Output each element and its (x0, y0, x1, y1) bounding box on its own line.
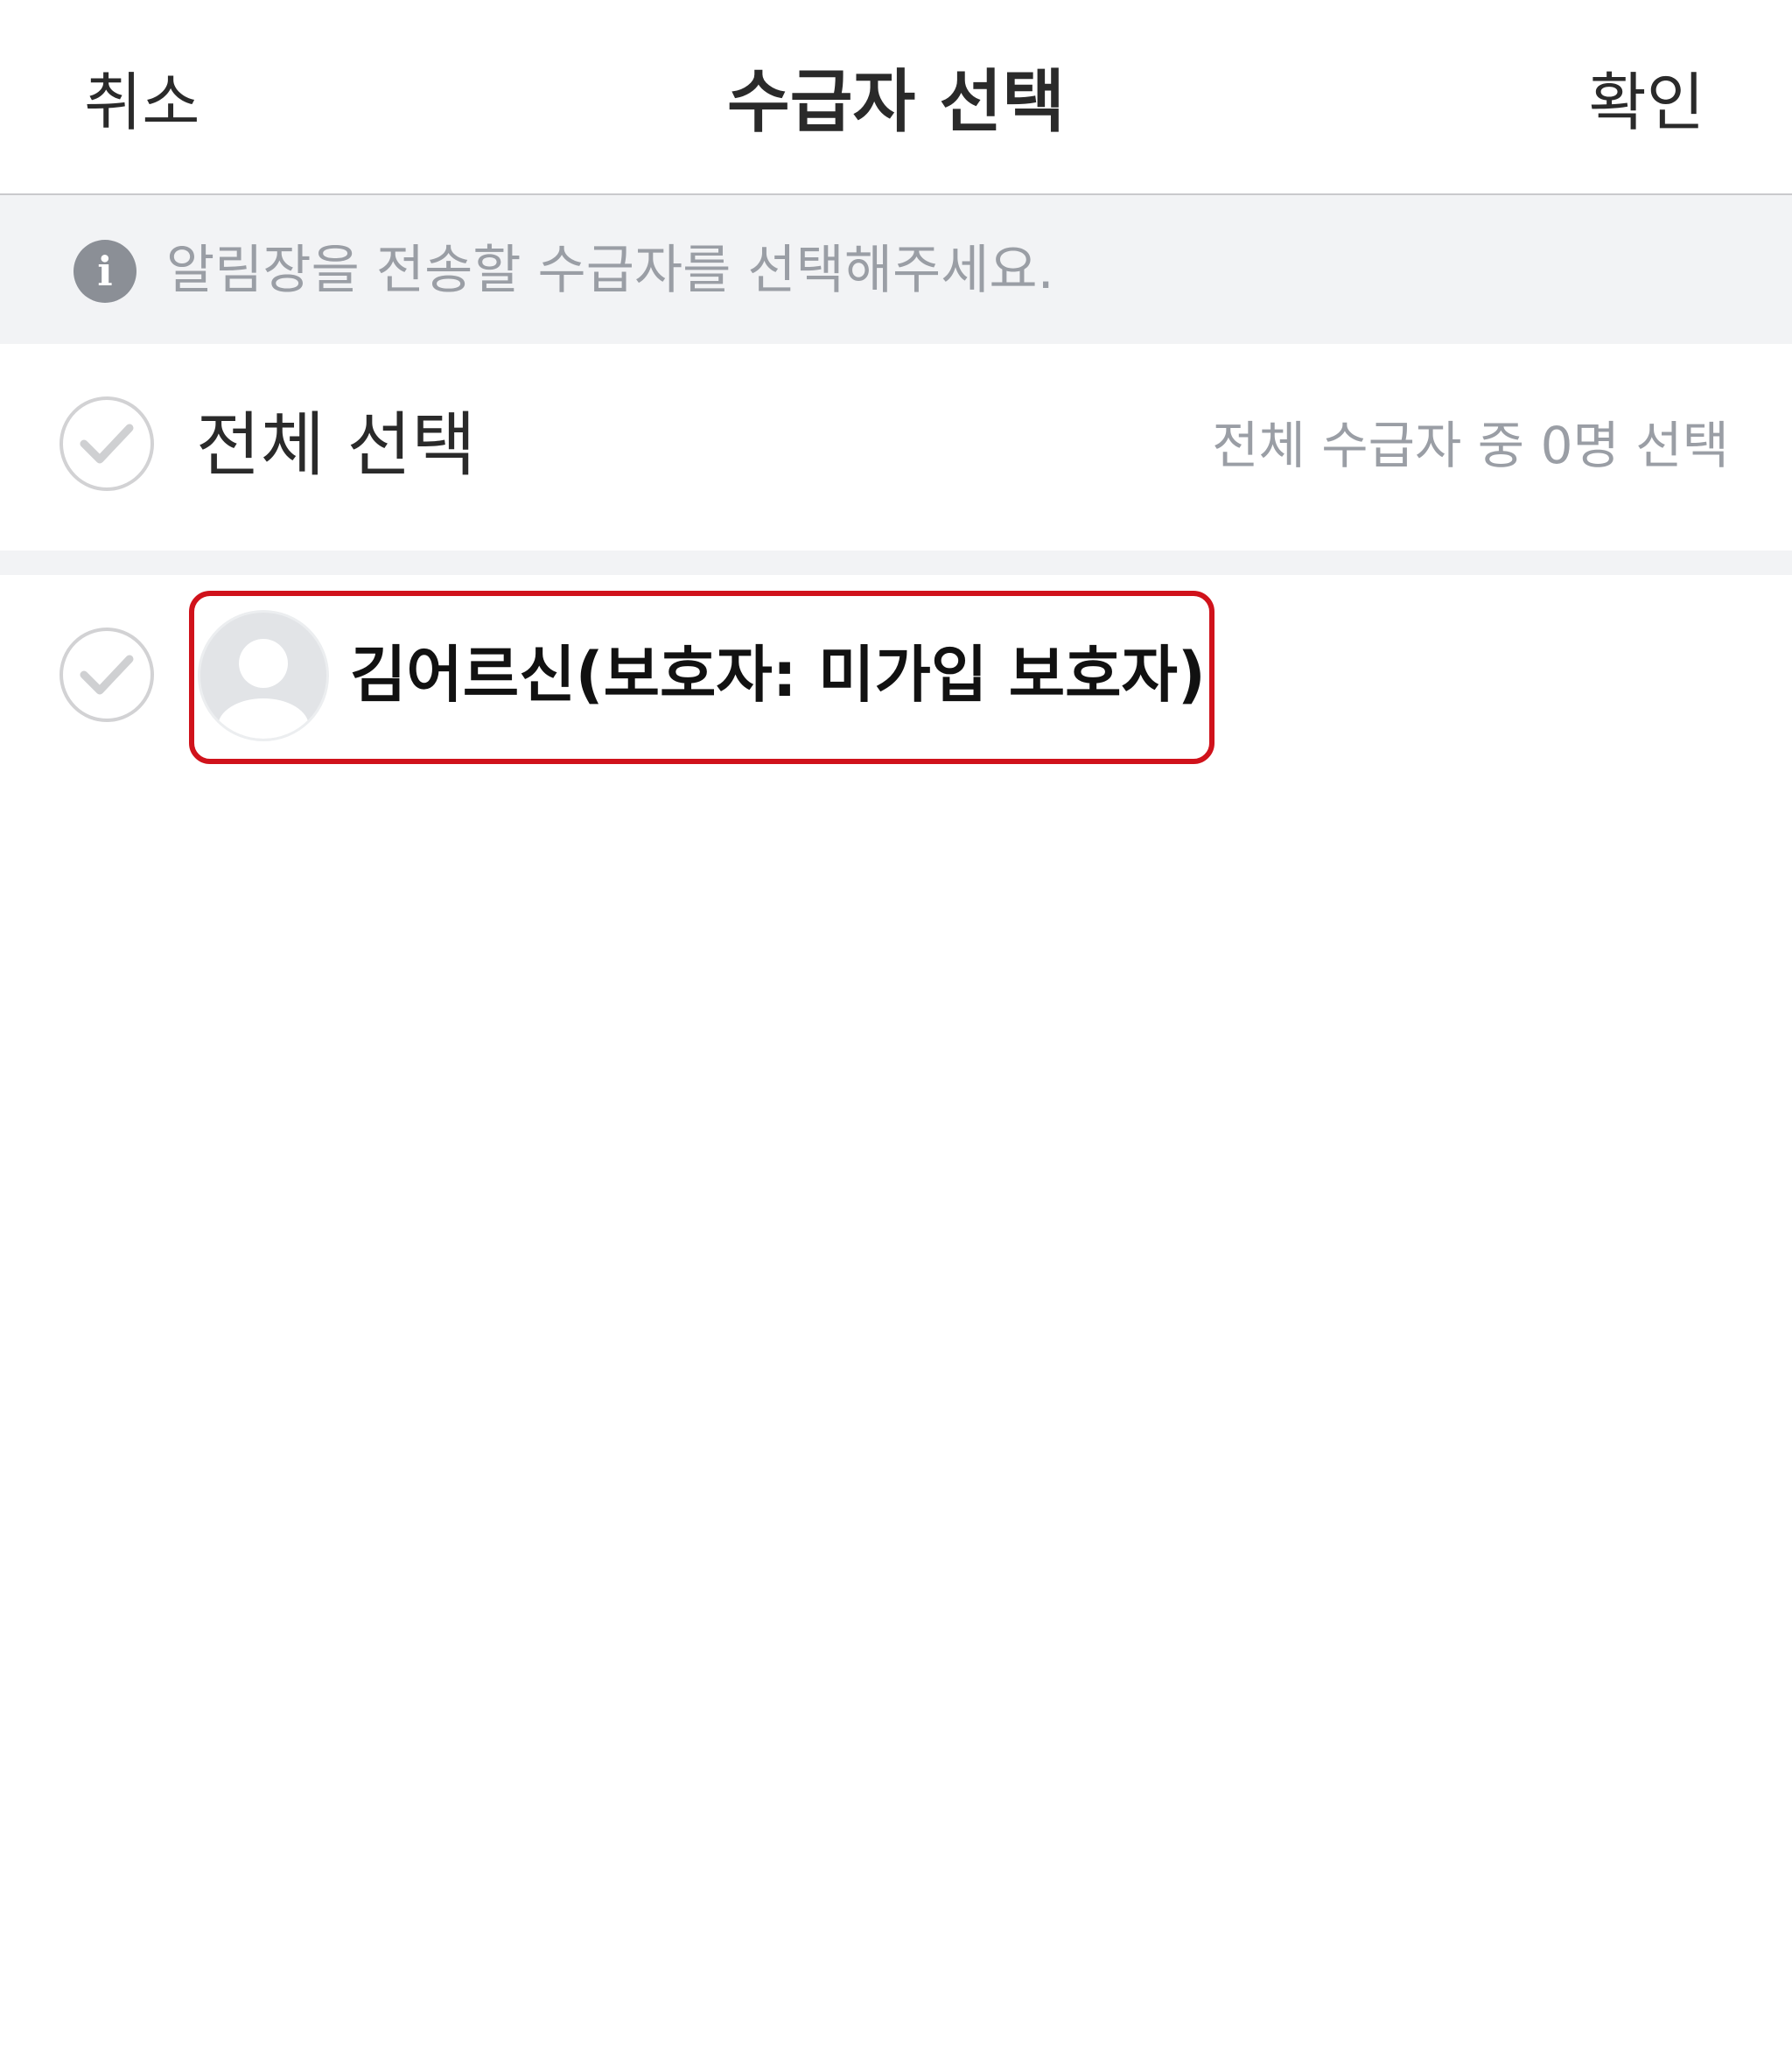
page-title: 수급자 선택 (727, 63, 1065, 142)
recipient-name: 김어르신(보호자: 미가입 보호자) (350, 639, 1206, 711)
notice-text: 알림장을 전송할 수급자를 선택해주세요. (166, 240, 1054, 301)
info-icon: i (74, 240, 136, 303)
section-divider (0, 551, 1792, 575)
check-icon (80, 655, 134, 695)
select-all-label: 전체 선택 (196, 404, 476, 486)
recipient-checkbox[interactable] (60, 628, 154, 722)
check-icon (80, 424, 134, 464)
confirm-button[interactable]: 확인 (1589, 63, 1704, 142)
list-item[interactable]: 김어르신(보호자: 미가입 보호자) (0, 575, 1792, 776)
select-all-checkbox[interactable] (60, 396, 154, 491)
selection-count-text: 전체 수급자 중 0명 선택 (1212, 416, 1729, 475)
select-all-row[interactable]: 전체 선택 전체 수급자 중 0명 선택 (0, 344, 1792, 551)
notice-banner: i 알림장을 전송할 수급자를 선택해주세요. (0, 195, 1792, 344)
avatar (198, 610, 329, 741)
top-bar: 취소 수급자 선택 확인 (0, 0, 1792, 195)
person-icon (218, 639, 309, 739)
